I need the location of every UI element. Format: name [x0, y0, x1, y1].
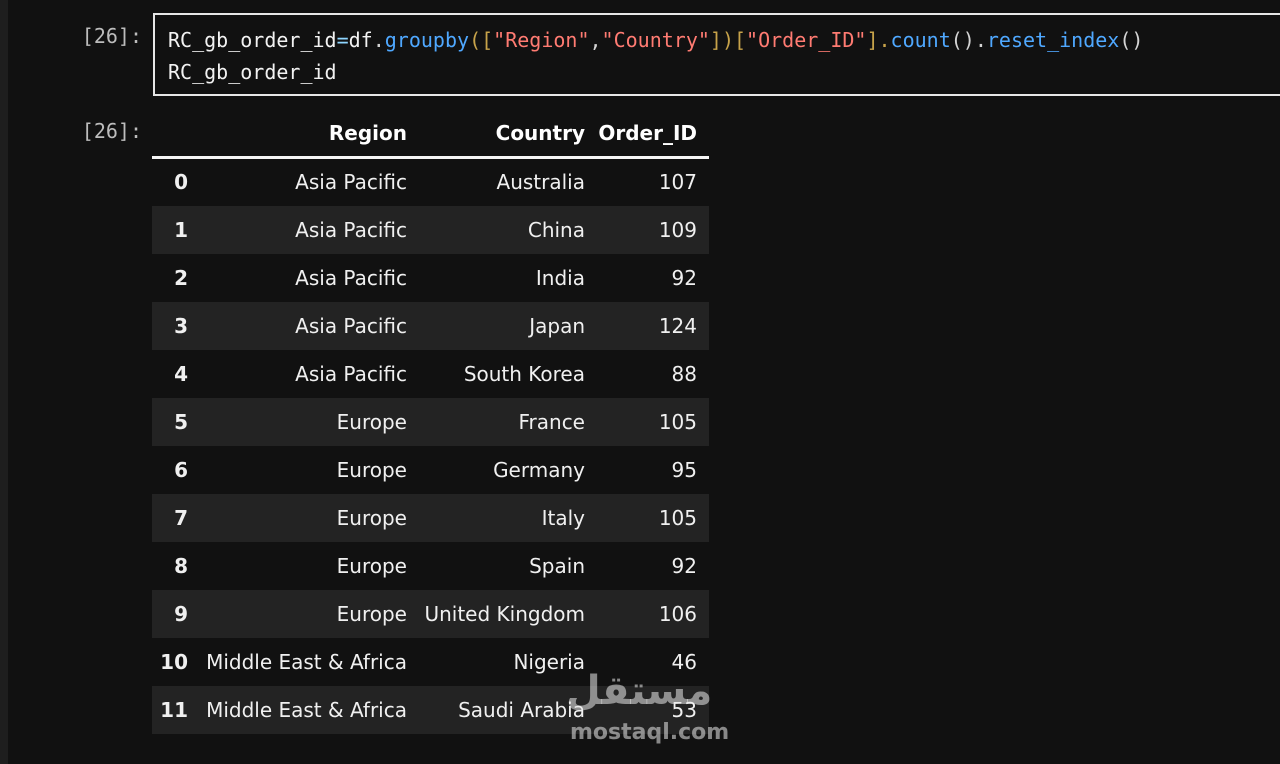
cell-region: Europe — [336, 601, 407, 626]
column-header-region: Region — [328, 121, 407, 145]
cell-country: Japan — [529, 313, 585, 338]
cell-region: Europe — [336, 553, 407, 578]
table-row: 1 Asia Pacific China 109 — [152, 205, 709, 254]
code-token: (). — [950, 28, 987, 52]
code-token: ]. — [866, 28, 891, 52]
cell-order-id: 105 — [658, 409, 697, 434]
cell-region: Asia Pacific — [295, 313, 407, 338]
row-index: 8 — [174, 553, 188, 578]
column-header-order-id: Order_ID — [598, 121, 697, 145]
table-row: 5 Europe France 105 — [152, 397, 709, 446]
row-index: 1 — [174, 217, 188, 242]
cell-order-id: 53 — [671, 697, 697, 722]
code-token: "Country" — [601, 28, 710, 52]
cell-country: Saudi Arabia — [458, 697, 585, 722]
row-index: 6 — [174, 457, 188, 482]
cell-country: India — [535, 265, 585, 290]
row-index: 4 — [174, 361, 188, 386]
code-token: "Region" — [493, 28, 590, 52]
cell-region: Europe — [336, 457, 407, 482]
code-token: groupby — [384, 28, 470, 52]
code-token: df — [348, 28, 373, 52]
code-token: () — [1119, 28, 1144, 52]
cell-country: France — [518, 409, 585, 434]
cell-region: Asia Pacific — [295, 217, 407, 242]
cell-region: Asia Pacific — [295, 170, 407, 195]
input-prompt: [26]: — [81, 24, 142, 48]
table-row: 9 Europe United Kingdom 106 — [152, 589, 709, 638]
code-token: . — [372, 28, 385, 52]
table-row: 10 Middle East & Africa Nigeria 46 — [152, 638, 709, 686]
table-row: 11 Middle East & Africa Saudi Arabia 53 — [152, 685, 709, 734]
table-row: 0 Asia Pacific Australia 107 — [152, 158, 709, 206]
table-header-row: Region Country Order_ID — [152, 110, 709, 158]
code-token: ([ — [469, 28, 494, 52]
code-line-2: RC_gb_order_id — [168, 60, 337, 84]
cell-country: China — [527, 217, 585, 242]
cell-order-id: 107 — [658, 170, 697, 195]
code-token: ])[ — [709, 28, 747, 52]
table-row: 3 Asia Pacific Japan 124 — [152, 301, 709, 350]
cell-region: Europe — [336, 409, 407, 434]
table-row: 4 Asia Pacific South Korea 88 — [152, 350, 709, 398]
cell-order-id: 106 — [658, 601, 697, 626]
row-index: 7 — [174, 505, 188, 530]
cell-region: Asia Pacific — [295, 361, 407, 386]
cell-country: Italy — [541, 505, 585, 530]
cell-order-id: 92 — [671, 265, 697, 290]
index-header — [152, 110, 188, 158]
cell-order-id: 88 — [671, 361, 697, 386]
code-token: reset_index — [986, 28, 1120, 52]
cell-order-id: 124 — [658, 313, 697, 338]
code-cell-editor[interactable]: RC_gb_order_id=df.groupby(["Region","Cou… — [153, 13, 1280, 96]
code-token: count — [890, 28, 951, 52]
cell-region: Asia Pacific — [295, 265, 407, 290]
row-index: 3 — [174, 313, 188, 338]
table-row: 7 Europe Italy 105 — [152, 493, 709, 542]
cell-country: United Kingdom — [424, 601, 585, 626]
cell-region: Middle East & Africa — [206, 649, 407, 674]
row-index: 5 — [174, 409, 188, 434]
code-token: "Order_ID" — [746, 28, 867, 52]
column-header-country: Country — [495, 121, 585, 145]
table-row: 2 Asia Pacific India 92 — [152, 254, 709, 302]
notebook-gutter — [0, 0, 8, 764]
table-row: 8 Europe Spain 92 — [152, 542, 709, 590]
code-token: , — [589, 28, 602, 52]
cell-order-id: 95 — [671, 457, 697, 482]
code-token: RC_gb_order_id — [168, 28, 337, 52]
cell-order-id: 92 — [671, 553, 697, 578]
cell-order-id: 46 — [671, 649, 697, 674]
cell-country: South Korea — [463, 361, 585, 386]
row-index: 0 — [174, 170, 188, 195]
cell-region: Middle East & Africa — [206, 697, 407, 722]
code-line-1: RC_gb_order_id=df.groupby(["Region","Cou… — [168, 28, 1143, 52]
table-row: 6 Europe Germany 95 — [152, 446, 709, 494]
cell-country: Germany — [493, 457, 585, 482]
cell-country: Australia — [496, 170, 585, 195]
cell-country: Spain — [529, 553, 585, 578]
cell-order-id: 109 — [658, 217, 697, 242]
cell-country: Nigeria — [513, 649, 585, 674]
row-index: 9 — [174, 601, 188, 626]
row-index: 11 — [160, 697, 188, 722]
cell-order-id: 105 — [658, 505, 697, 530]
row-index: 10 — [160, 649, 188, 674]
row-index: 2 — [174, 265, 188, 290]
output-prompt: [26]: — [81, 119, 142, 143]
dataframe-output-table: Region Country Order_ID 0 Asia Pacific A… — [152, 110, 709, 734]
code-token: = — [336, 28, 349, 52]
cell-region: Europe — [336, 505, 407, 530]
